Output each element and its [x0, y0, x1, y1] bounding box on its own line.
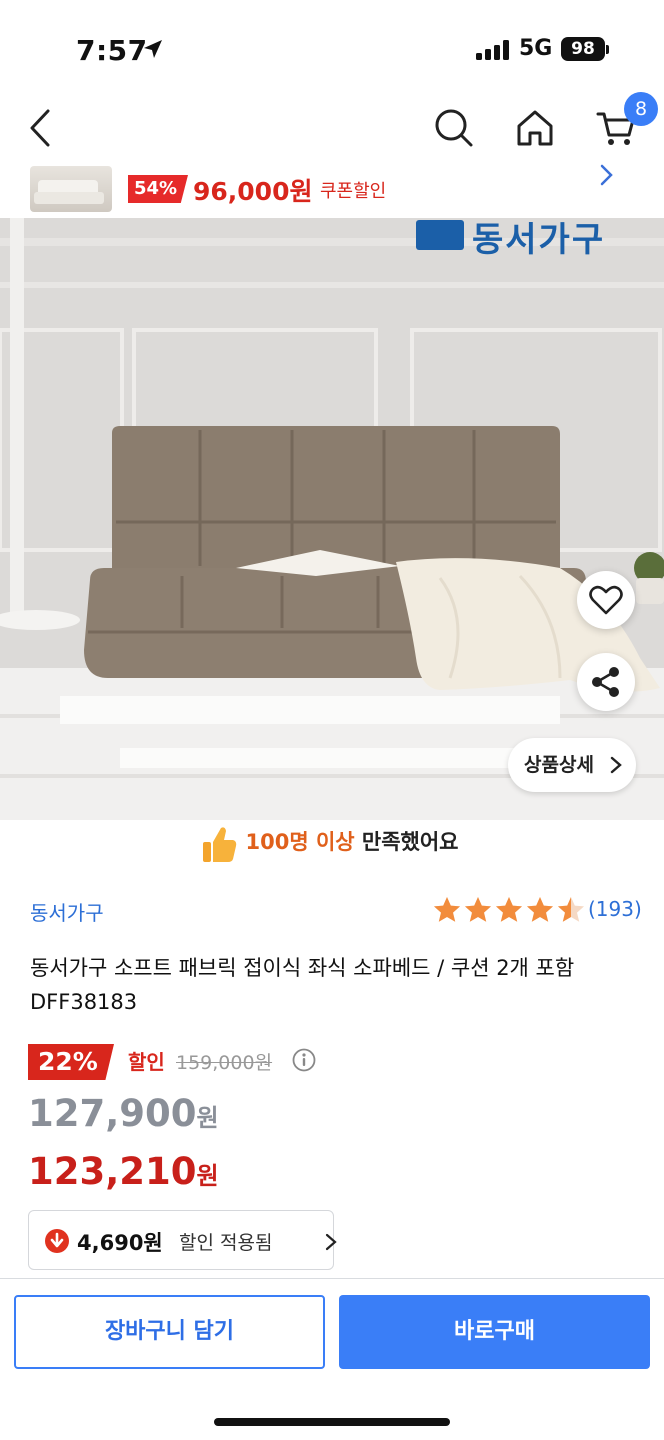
star-icon — [465, 897, 491, 922]
star-icon — [496, 897, 522, 922]
product-detail-label: 상품상세 — [524, 754, 594, 776]
heart-icon — [589, 585, 623, 615]
sofa-bed-photo — [0, 218, 664, 820]
home-icon — [517, 110, 553, 146]
satisfaction-count: 100명 이상 — [245, 830, 355, 854]
chevron-right-icon — [610, 756, 622, 774]
back-button[interactable] — [12, 96, 68, 160]
battery-icon: 98 — [561, 37, 605, 61]
network-type: 5G — [519, 36, 553, 61]
battery-tip — [606, 45, 609, 54]
search-icon — [435, 109, 473, 147]
share-button[interactable] — [577, 653, 635, 711]
product-detail-button[interactable]: 상품상세 — [508, 738, 636, 792]
sale-price-unit: 원 — [196, 1104, 219, 1132]
satisfaction-text: 만족했어요 — [354, 830, 459, 854]
review-count[interactable]: (193) — [588, 897, 642, 921]
home-button[interactable] — [507, 96, 563, 160]
status-bar: 7:57 5G 98 — [0, 0, 664, 96]
product-hero-image[interactable]: 동서가구 — [0, 218, 664, 820]
applied-discount-button[interactable]: 4,690원 할인 적용됨 — [28, 1210, 337, 1270]
brand-logo-text: 동서가구 — [472, 220, 606, 260]
star-icon — [434, 897, 460, 922]
add-to-cart-button[interactable]: 장바구니 담기 — [14, 1295, 325, 1369]
search-button[interactable] — [426, 96, 482, 160]
final-price-unit: 원 — [196, 1162, 219, 1190]
cellular-signal-icon — [476, 40, 509, 60]
star-icon — [558, 897, 584, 922]
chevron-right-icon[interactable] — [598, 164, 614, 186]
star-icon — [527, 897, 553, 922]
satisfaction-banner: 100명 이상 만족했어요 — [0, 826, 664, 856]
share-icon — [592, 667, 619, 697]
sale-price-value: 127,900 — [28, 1092, 197, 1135]
status-time: 7:57 — [76, 34, 148, 67]
option-discount-tag: 54% — [128, 175, 188, 203]
final-price: 123,210원 — [28, 1150, 219, 1193]
brand-link[interactable]: 동서가구 — [30, 897, 104, 926]
option-coupon-label: 쿠폰할인 — [320, 181, 387, 202]
cart-count-badge: 8 — [624, 92, 658, 126]
sale-price: 127,900원 — [28, 1092, 219, 1135]
home-indicator[interactable] — [214, 1418, 450, 1426]
option-thumbnail — [30, 166, 112, 212]
buy-now-button[interactable]: 바로구매 — [339, 1295, 650, 1369]
original-price: 159,000원 — [176, 1052, 273, 1074]
final-price-value: 123,210 — [28, 1150, 197, 1193]
applied-discount-label: 할인 적용됨 — [179, 1232, 273, 1254]
discount-percent-badge: 22% — [28, 1044, 114, 1080]
sale-label: 할인 — [128, 1050, 165, 1074]
location-arrow-icon — [144, 40, 162, 58]
applied-discount-amount: 4,690원 — [77, 1231, 163, 1255]
star-rating[interactable] — [432, 896, 586, 924]
top-nav-bar — [0, 96, 664, 160]
info-icon[interactable] — [292, 1048, 316, 1072]
back-icon — [30, 109, 50, 147]
chevron-right-icon — [325, 1233, 337, 1251]
brand-logo-mark — [416, 220, 464, 250]
product-title: 동서가구 소프트 패브릭 접이식 좌식 소파베드 / 쿠션 2개 포함 DFF3… — [30, 956, 575, 1014]
wishlist-button[interactable] — [577, 571, 635, 629]
option-price: 96,000원 — [193, 177, 313, 206]
arrow-down-circle-icon — [45, 1229, 69, 1253]
